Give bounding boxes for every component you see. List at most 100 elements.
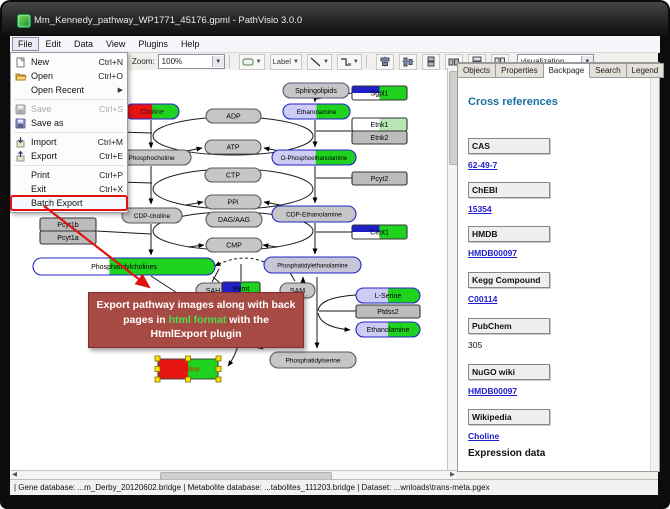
menu-edit[interactable]: Edit [40, 37, 68, 51]
tab-backpage[interactable]: Backpage [544, 63, 591, 78]
side-panel-scrollbar[interactable] [650, 78, 659, 471]
align-center-icon [379, 56, 391, 67]
xref-link[interactable]: HMDB00097 [468, 386, 618, 396]
xref-link[interactable]: HMDB00097 [468, 248, 618, 258]
menu-item-shortcut: Ctrl+X [99, 184, 123, 194]
window-title: Mm_Kennedy_pathway_WP1771_45176.gpml - P… [34, 15, 302, 26]
zoom-combobox[interactable]: 100% ▼ [158, 54, 225, 69]
elbow-connector-icon [340, 57, 351, 67]
xref-source-name: Kegg Compound [468, 272, 550, 288]
tab-objects[interactable]: Objects [458, 63, 496, 78]
xref-section-kegg-compound: Kegg Compound C00114 [468, 272, 618, 304]
menu-item-label: Open [31, 71, 53, 81]
xref-source-name: Wikipedia [468, 409, 550, 425]
menu-item-label: Exit [31, 184, 46, 194]
label-tool-button[interactable]: Label ▼ [270, 54, 302, 70]
menu-item-label: Save [31, 104, 52, 114]
open-folder-icon [15, 71, 28, 82]
xref-source-name: HMDB [468, 226, 550, 242]
xref-link[interactable]: 62-49-7 [468, 160, 618, 170]
file-menu-item-exit[interactable]: Exit Ctrl+X [11, 182, 127, 196]
xref-section-chebi: ChEBI 15354 [468, 182, 618, 214]
menu-item-shortcut: Ctrl+M [98, 137, 123, 147]
status-text: | Gene database: ...m_Derby_20120602.bri… [14, 483, 490, 492]
menu-item-label: Batch Export [31, 198, 83, 208]
scroll-right-arrow[interactable]: ▶ [450, 471, 455, 479]
menu-bar: FileEditDataViewPluginsHelp [10, 36, 660, 53]
status-bar: | Gene database: ...m_Derby_20120602.bri… [10, 479, 658, 495]
menu-item-label: Open Recent [31, 85, 84, 95]
chevron-down-icon[interactable]: ▼ [323, 59, 329, 65]
menu-help[interactable]: Help [175, 37, 206, 51]
file-menu-item-batch-export[interactable]: Batch Export [11, 196, 127, 210]
expression-data-heading: Expression data [468, 448, 545, 459]
zoom-label: Zoom: [132, 57, 155, 66]
menu-item-shortcut: Ctrl+S [99, 104, 123, 114]
elbow-connector-button[interactable]: ▼ [337, 54, 362, 70]
align-middle-button[interactable] [399, 54, 417, 70]
line-tool-button[interactable]: ▼ [307, 54, 332, 70]
submenu-arrow-icon: ▶ [118, 86, 123, 94]
app-icon [17, 14, 31, 28]
menu-item-shortcut: Ctrl+E [99, 151, 123, 161]
xref-section-wikipedia: Wikipedia Choline [468, 409, 618, 441]
menu-item-shortcut: Ctrl+O [98, 71, 123, 81]
file-menu-item-import[interactable]: Import Ctrl+M [11, 135, 127, 149]
app-window: Mm_Kennedy_pathway_WP1771_45176.gpml - P… [0, 0, 670, 509]
menu-file[interactable]: File [12, 37, 39, 51]
stack-vertical-button[interactable] [422, 54, 440, 70]
file-menu-item-save: Save Ctrl+S [11, 102, 127, 116]
file-menu-item-print[interactable]: PrintCtrl+P [11, 168, 127, 182]
import-icon [15, 137, 28, 148]
menu-item-label: Print [31, 170, 50, 180]
file-menu-item-open[interactable]: Open Ctrl+O [11, 69, 127, 83]
align-center-button[interactable] [376, 54, 394, 70]
xref-source-name: ChEBI [468, 182, 550, 198]
chevron-down-icon[interactable]: ▼ [212, 56, 224, 67]
file-menu-item-new[interactable]: New Ctrl+N [11, 55, 127, 69]
new-file-icon [15, 57, 28, 68]
callout-line2: pages in html format with the [89, 313, 303, 328]
line-icon [310, 57, 321, 67]
callout-highlight: html format [169, 314, 227, 326]
file-menu-item-export[interactable]: Export Ctrl+E [11, 149, 127, 163]
align-middle-icon [402, 56, 414, 67]
save-disk-icon [15, 104, 28, 115]
xref-link[interactable]: 15354 [468, 204, 618, 214]
datanode-tool-button[interactable]: ▼ [239, 54, 265, 70]
tab-search[interactable]: Search [590, 63, 626, 78]
zoom-value: 100% [162, 57, 182, 66]
callout-line1: Export pathway images along with back [89, 298, 303, 313]
menu-item-label: Save as [31, 118, 64, 128]
menu-item-label: Export [31, 151, 57, 161]
xref-source-name: PubChem [468, 318, 550, 334]
menu-plugins[interactable]: Plugins [132, 37, 174, 51]
chevron-down-icon[interactable]: ▼ [256, 59, 262, 65]
xref-link[interactable]: Choline [468, 431, 618, 441]
chevron-down-icon[interactable]: ▼ [353, 59, 359, 65]
tab-legend[interactable]: Legend [627, 63, 665, 78]
tab-properties[interactable]: Properties [496, 63, 543, 78]
scroll-left-arrow[interactable]: ◀ [12, 471, 17, 479]
title-bar[interactable]: Mm_Kennedy_pathway_WP1771_45176.gpml - P… [2, 2, 668, 35]
label-tool-text: Label [273, 57, 291, 66]
xref-value: 305 [468, 340, 618, 350]
menu-view[interactable]: View [100, 37, 131, 51]
cross-references-heading: Cross references [468, 96, 558, 108]
file-menu-item-open-recent[interactable]: Open Recent ▶ [11, 83, 127, 97]
xref-link[interactable]: C00114 [468, 294, 618, 304]
datanode-icon [242, 57, 254, 67]
xref-section-hmdb: HMDB HMDB00097 [468, 226, 618, 258]
menu-item-label: New [31, 57, 49, 67]
file-menu-dropdown: New Ctrl+N Open Ctrl+O Open Recent ▶ Save Ctrl+… [10, 52, 128, 213]
annotation-callout: Export pathway images along with back pa… [88, 292, 304, 348]
chevron-down-icon[interactable]: ▼ [293, 59, 299, 65]
callout-line3: HtmlExport plugin [89, 327, 303, 342]
xref-section-cas: CAS62-49-7 [468, 138, 618, 170]
menu-item-shortcut: Ctrl+N [99, 57, 123, 67]
menu-data[interactable]: Data [68, 37, 99, 51]
menu-item-label: Import [31, 137, 57, 147]
file-menu-item-save-as[interactable]: Save as [11, 116, 127, 130]
xref-section-pubchem: PubChem 305 [468, 318, 618, 350]
backpage-content: Cross references CAS62-49-7 ChEBI 15354 HMD… [458, 78, 651, 471]
